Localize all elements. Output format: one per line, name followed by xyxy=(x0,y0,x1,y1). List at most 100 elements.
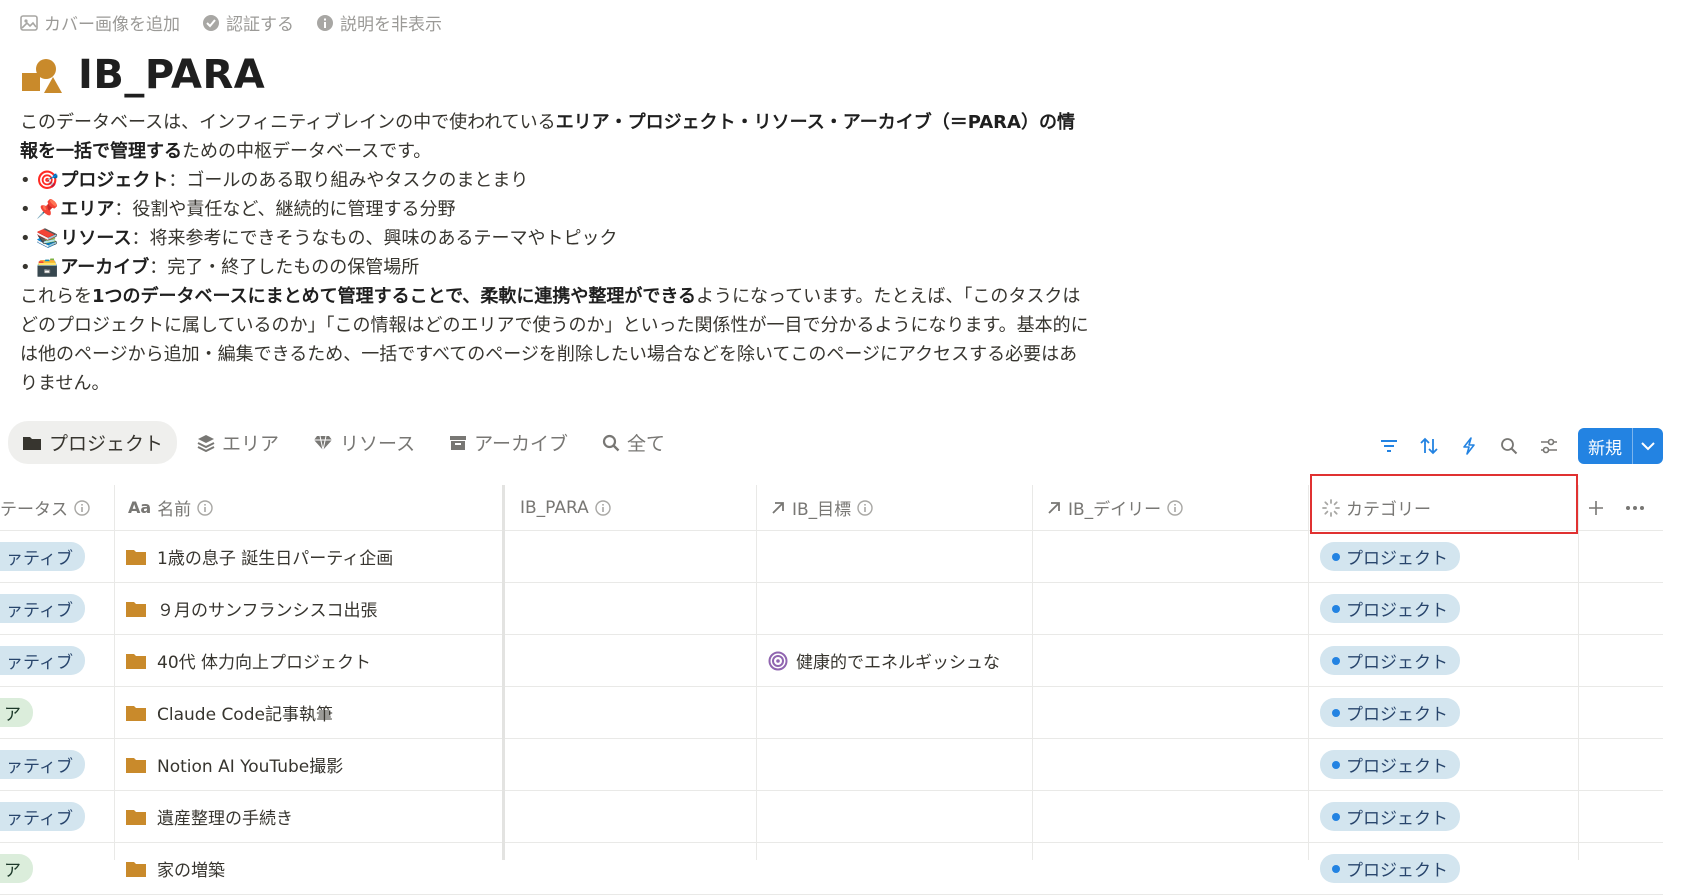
info-icon[interactable] xyxy=(197,499,213,516)
verify-button[interactable]: 認証する xyxy=(202,10,294,35)
tab-area[interactable]: エリア xyxy=(183,421,293,464)
folder-icon xyxy=(125,652,147,670)
new-button[interactable]: 新規 xyxy=(1578,428,1663,464)
pushpin-icon: 📌 xyxy=(36,199,59,220)
ellipsis-icon xyxy=(1625,505,1645,511)
status-cell[interactable]: ァティブ xyxy=(0,583,85,634)
hide-description-button[interactable]: 説明を非表示 xyxy=(316,10,442,35)
status-cell[interactable]: ァティブ xyxy=(0,739,85,790)
folder-icon xyxy=(125,548,147,566)
add-cover-button[interactable]: カバー画像を追加 xyxy=(20,10,180,35)
bullet-archive: • 🗃️ アーカイブ ：完了・終了したものの保管場所 xyxy=(20,253,1090,282)
settings-sliders-icon[interactable] xyxy=(1538,435,1560,457)
more-options-button[interactable] xyxy=(1625,485,1645,530)
table-row[interactable]: ア Claude Code記事執筆 プロジェクト xyxy=(0,687,1663,739)
page-title[interactable]: IB_PARA xyxy=(78,52,265,98)
column-divider xyxy=(1578,485,1579,860)
arrow-up-right-icon xyxy=(770,500,786,516)
status-cell[interactable]: ァティブ xyxy=(0,635,85,686)
column-divider xyxy=(114,485,115,860)
column-divider xyxy=(756,485,757,860)
verify-label: 認証する xyxy=(226,15,294,35)
name-cell[interactable]: Notion AI YouTube撮影 xyxy=(125,739,343,790)
category-cell[interactable]: プロジェクト xyxy=(1320,635,1460,686)
category-cell[interactable]: プロジェクト xyxy=(1320,843,1460,894)
name-cell[interactable]: 遺産整理の手続き xyxy=(125,791,293,842)
info-icon[interactable] xyxy=(1167,499,1183,516)
bullet-resource: • 📚 リソース ：将来参考にできそうなもの、興味のあるテーマやトピック xyxy=(20,224,1090,253)
database-toolbar: 新規 xyxy=(1378,428,1663,464)
chevron-down-icon[interactable] xyxy=(1632,428,1663,464)
status-badge: ァティブ xyxy=(0,594,85,623)
tab-archive[interactable]: アーカイブ xyxy=(435,421,582,464)
name-cell[interactable]: 40代 体力向上プロジェクト xyxy=(125,635,371,686)
lightning-icon[interactable] xyxy=(1458,435,1480,457)
dot-icon xyxy=(1332,864,1340,873)
category-badge: プロジェクト xyxy=(1320,594,1460,623)
books-icon: 📚 xyxy=(36,228,59,249)
database-description: このデータベースは、インフィニティブレインの中で使われているエリア・プロジェクト… xyxy=(20,108,1090,398)
target-icon xyxy=(768,651,788,671)
info-icon[interactable] xyxy=(74,499,90,516)
search-icon[interactable] xyxy=(1498,435,1520,457)
filter-icon[interactable] xyxy=(1378,435,1400,457)
sort-icon[interactable] xyxy=(1418,435,1440,457)
status-badge: ア xyxy=(0,698,33,727)
tab-resource[interactable]: リソース xyxy=(299,421,429,464)
category-cell[interactable]: プロジェクト xyxy=(1320,531,1460,582)
search-icon xyxy=(602,434,620,452)
name-cell[interactable]: 1歳の息子 誕生日パーティ企画 xyxy=(125,531,393,582)
column-header-goal[interactable]: IB_目標 xyxy=(770,485,873,530)
shapes-icon[interactable] xyxy=(20,55,64,95)
tab-project[interactable]: プロジェクト xyxy=(8,421,178,464)
gem-icon xyxy=(313,435,333,451)
category-cell[interactable]: プロジェクト xyxy=(1320,583,1460,634)
table-row[interactable]: ァティブ 40代 体力向上プロジェクト 健康的でエネルギッシュな プロジェクト xyxy=(0,635,1663,687)
view-tabs: プロジェクト エリア リソース アーカイブ 全て xyxy=(8,421,679,464)
column-header-para[interactable]: IB_PARA xyxy=(520,485,611,530)
folder-icon xyxy=(125,860,147,878)
category-badge: プロジェクト xyxy=(1320,542,1460,571)
folder-icon xyxy=(125,808,147,826)
status-badge: ァティブ xyxy=(0,750,85,779)
database-table: テータス Aa 名前 IB_PARA IB_目標 IB_デイリー カテゴリー ァ… xyxy=(0,485,1663,895)
category-cell[interactable]: プロジェクト xyxy=(1320,739,1460,790)
tab-all[interactable]: 全て xyxy=(588,421,679,464)
name-cell[interactable]: Claude Code記事執筆 xyxy=(125,687,333,738)
freeze-divider[interactable] xyxy=(502,485,505,860)
info-icon xyxy=(316,14,334,32)
info-icon[interactable] xyxy=(857,499,873,516)
category-badge: プロジェクト xyxy=(1320,802,1460,831)
goal-link[interactable]: 健康的でエネルギッシュな xyxy=(796,648,1000,673)
info-icon[interactable] xyxy=(595,499,611,516)
table-row[interactable]: ァティブ ９月のサンフランシスコ出張 プロジェクト xyxy=(0,583,1663,635)
folder-icon xyxy=(125,600,147,618)
table-row[interactable]: ァティブ Notion AI YouTube撮影 プロジェクト xyxy=(0,739,1663,791)
table-row[interactable]: ァティブ 遺産整理の手続き プロジェクト xyxy=(0,791,1663,843)
status-cell[interactable]: ア xyxy=(0,843,33,894)
hide-description-label: 説明を非表示 xyxy=(340,15,442,35)
image-icon xyxy=(20,14,38,31)
category-cell[interactable]: プロジェクト xyxy=(1320,687,1460,738)
folder-icon xyxy=(125,704,147,722)
name-cell[interactable]: ９月のサンフランシスコ出張 xyxy=(125,583,378,634)
status-cell[interactable]: ァティブ xyxy=(0,791,85,842)
add-column-button[interactable] xyxy=(1588,485,1604,530)
verified-badge-icon xyxy=(202,14,220,32)
column-header-status[interactable]: テータス xyxy=(0,485,90,530)
page-header: IB_PARA xyxy=(20,52,265,98)
dot-icon xyxy=(1332,604,1340,613)
column-header-name[interactable]: Aa 名前 xyxy=(128,485,213,530)
status-cell[interactable]: ァティブ xyxy=(0,531,85,582)
goal-cell[interactable]: 健康的でエネルギッシュな xyxy=(768,635,1030,686)
status-cell[interactable]: ア xyxy=(0,687,33,738)
category-cell[interactable]: プロジェクト xyxy=(1320,791,1460,842)
name-cell[interactable]: 家の増築 xyxy=(125,843,225,894)
folder-icon xyxy=(125,756,147,774)
status-badge: ァティブ xyxy=(0,542,85,571)
category-badge: プロジェクト xyxy=(1320,750,1460,779)
column-header-daily[interactable]: IB_デイリー xyxy=(1046,485,1183,530)
new-button-label[interactable]: 新規 xyxy=(1578,428,1632,464)
table-row[interactable]: ァティブ 1歳の息子 誕生日パーティ企画 プロジェクト xyxy=(0,531,1663,583)
table-row[interactable]: ア 家の増築 プロジェクト xyxy=(0,843,1663,895)
